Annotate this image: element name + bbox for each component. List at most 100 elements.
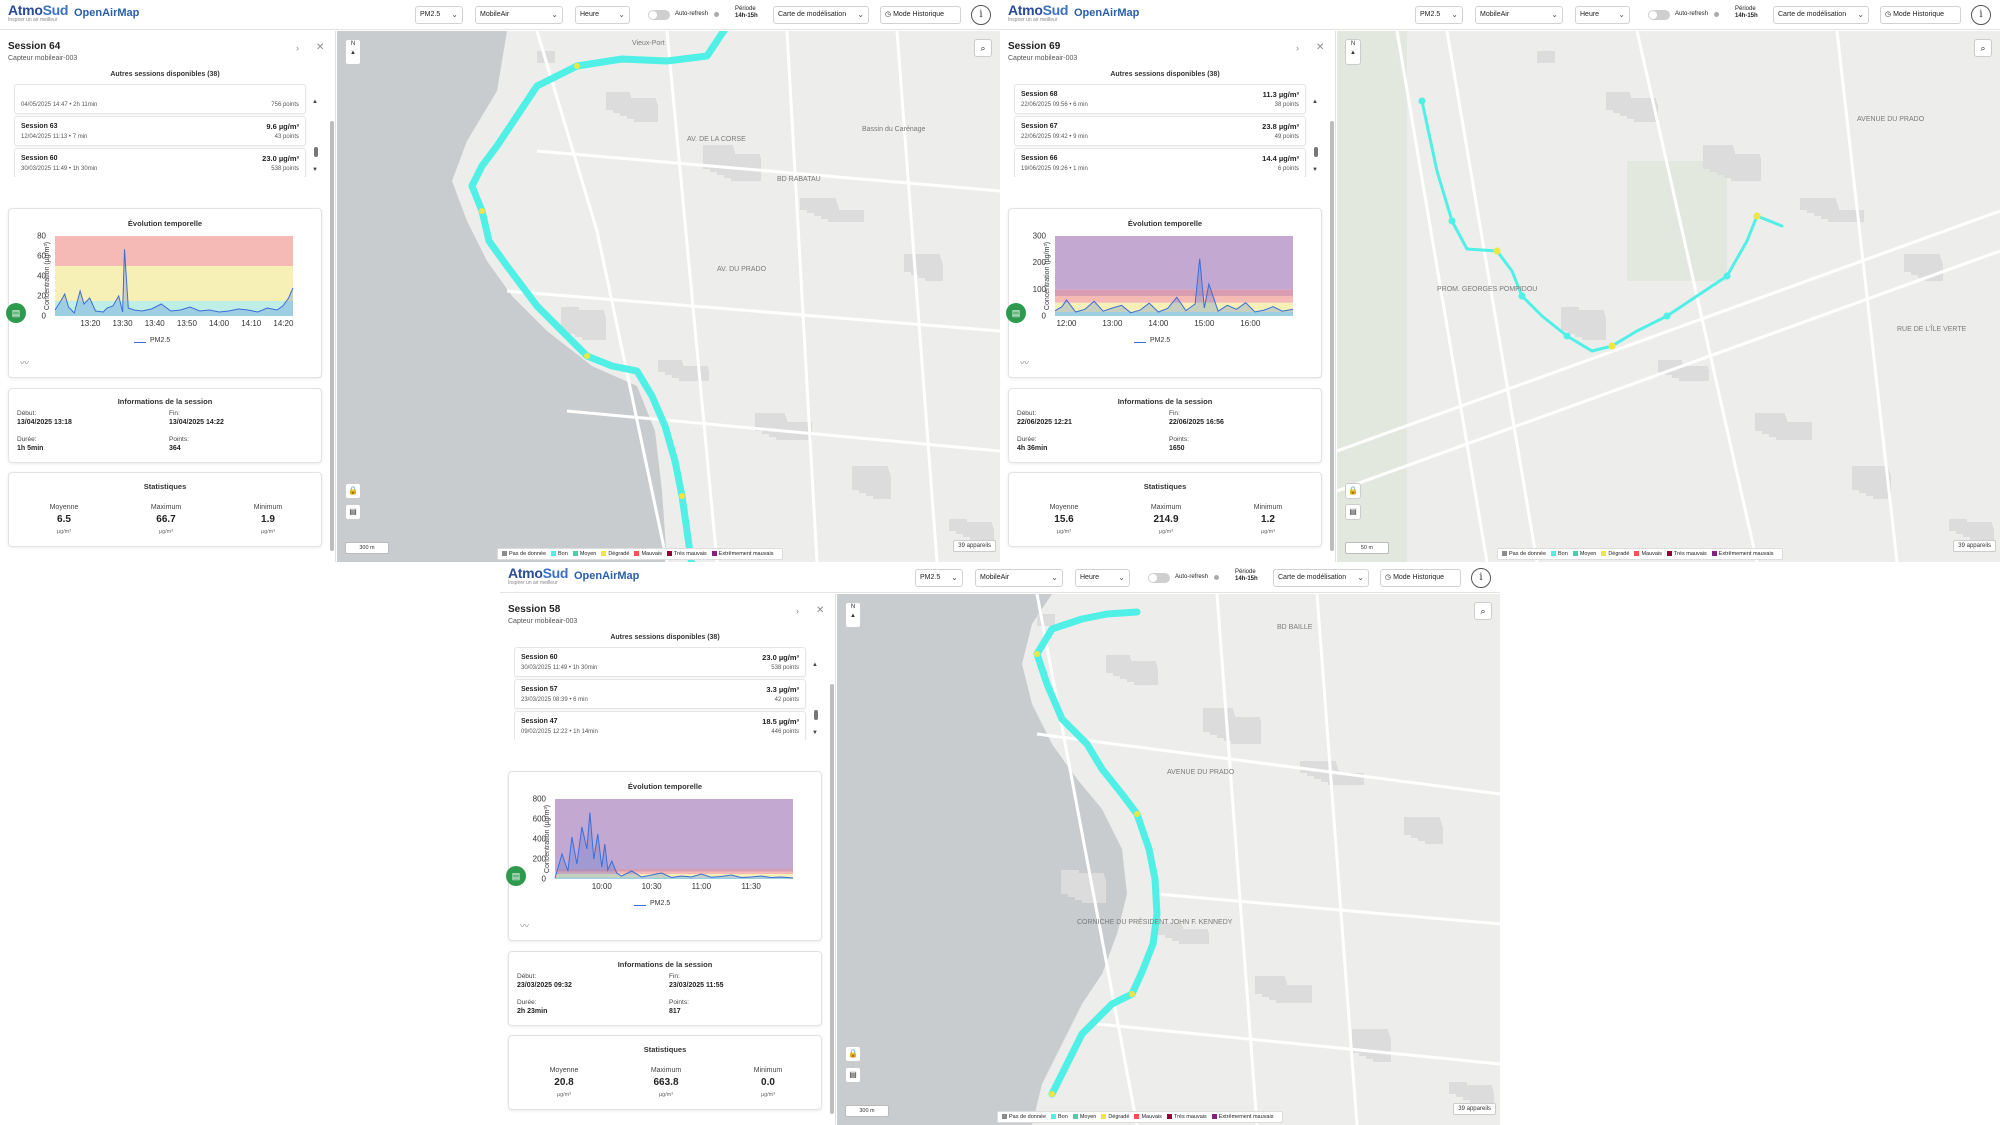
scroll-up-icon[interactable]: ▲ [1312, 99, 1318, 105]
toggle-switch[interactable] [1148, 573, 1170, 583]
map-canvas[interactable]: BD BAILLE AVENUE DU PRADO CORNICHE DU PRÉS… [837, 594, 1500, 1125]
scroll-up-icon[interactable]: ▲ [312, 99, 318, 105]
lock-icon[interactable]: 🔒 [345, 483, 361, 499]
measurement-point[interactable] [1723, 272, 1731, 280]
measurement-point[interactable] [534, 303, 540, 309]
map-view[interactable]: BD BAILLE AVENUE DU PRADO CORNICHE DU PRÉS… [837, 594, 1500, 1125]
toggle-switch[interactable] [1648, 10, 1670, 20]
search-icon[interactable]: ⌕ [1974, 39, 1992, 57]
measurement-point[interactable] [1079, 616, 1085, 622]
chevron-right-icon[interactable]: › [296, 43, 299, 53]
measurement-point[interactable] [1418, 97, 1426, 105]
chart-type-icon[interactable]: 〰 [20, 356, 29, 369]
chevron-right-icon[interactable]: › [796, 606, 799, 616]
list-scroll-thumb[interactable] [314, 147, 318, 157]
measurement-point[interactable] [1069, 1051, 1075, 1057]
atmosud-logo[interactable]: AtmoSud Inspirer un air meilleur [508, 565, 568, 586]
measurement-point[interactable] [1493, 247, 1501, 255]
time-step-select[interactable]: Heure ⌄ [1075, 569, 1130, 587]
scroll-down-icon[interactable]: ▼ [1312, 167, 1318, 173]
device-type-select[interactable]: MobileAir ⌄ [1475, 6, 1563, 24]
chart-toggle-button[interactable]: ▤ [506, 866, 526, 886]
close-icon[interactable]: ✕ [1316, 42, 1324, 53]
measurement-point[interactable] [1152, 876, 1158, 882]
measurement-point[interactable] [1134, 609, 1140, 615]
toggle-switch[interactable] [648, 10, 670, 20]
measurement-point[interactable] [479, 163, 485, 169]
atmosud-logo[interactable]: AtmoSud Inspirer un air meilleur [1008, 2, 1068, 23]
info-button[interactable]: i [1471, 568, 1491, 588]
measurement-point[interactable] [1563, 332, 1571, 340]
measurement-point[interactable] [1059, 716, 1065, 722]
list-item[interactable]: 04/05/2025 14:47 • 2h 11min 756 points [14, 84, 306, 114]
model-map-select[interactable]: Carte de modélisation ⌄ [1273, 569, 1369, 587]
device-type-select[interactable]: MobileAir ⌄ [475, 6, 563, 24]
measurement-point[interactable] [1129, 991, 1135, 997]
map-canvas[interactable]: Vieux-Port AV. DE LA CORSE BD RABATAU AV. D… [337, 31, 1000, 562]
list-item[interactable]: Session 66 19/06/2025 09:26 • 1 min 14.4… [1014, 148, 1306, 177]
model-map-select[interactable]: Carte de modélisation ⌄ [1773, 6, 1869, 24]
close-icon[interactable]: ✕ [816, 605, 824, 616]
measurement-point[interactable] [662, 423, 668, 429]
map-canvas[interactable]: AVENUE DU PRADO PROM. GEORGES POMPIDOU RUE… [1337, 31, 2000, 562]
measurement-point[interactable] [1753, 212, 1761, 220]
lock-icon[interactable]: 🔒 [1345, 483, 1361, 499]
list-item[interactable]: Session 67 22/06/2025 09:42 • 9 min 23.8… [1014, 116, 1306, 146]
scroll-down-icon[interactable]: ▼ [312, 167, 318, 173]
time-step-select[interactable]: Heure ⌄ [1575, 6, 1630, 24]
measurement-point[interactable] [1034, 651, 1040, 657]
time-step-select[interactable]: Heure ⌄ [575, 6, 630, 24]
panel-scrollbar[interactable] [1330, 121, 1334, 551]
history-mode-button[interactable]: ◷ Mode Historique [1380, 569, 1461, 587]
measurement-point[interactable] [1150, 941, 1156, 947]
compass-icon[interactable]: N ▲ [345, 39, 361, 65]
scroll-up-icon[interactable]: ▲ [812, 662, 818, 668]
model-map-select[interactable]: Carte de modélisation ⌄ [773, 6, 869, 24]
pollutant-select[interactable]: PM2.5 ⌄ [915, 569, 963, 587]
info-button[interactable]: i [1971, 5, 1991, 25]
compass-icon[interactable]: N ▲ [1345, 39, 1361, 65]
list-scroll-thumb[interactable] [814, 710, 818, 720]
device-type-select[interactable]: MobileAir ⌄ [975, 569, 1063, 587]
list-item[interactable]: Session 60 30/03/2025 11:49 • 1h 30min 2… [514, 647, 806, 677]
chevron-right-icon[interactable]: › [1296, 43, 1299, 53]
close-icon[interactable]: ✕ [316, 42, 324, 53]
info-icon[interactable] [1214, 575, 1219, 580]
measurement-point[interactable] [479, 208, 485, 214]
search-icon[interactable]: ⌕ [1474, 602, 1492, 620]
history-mode-button[interactable]: ◷ Mode Historique [880, 6, 961, 24]
lock-icon[interactable]: 🔒 [845, 1046, 861, 1062]
measurement-point[interactable] [1518, 292, 1526, 300]
panel-scrollbar[interactable] [830, 684, 834, 1114]
measurement-point[interactable] [514, 113, 520, 119]
map-view[interactable]: Vieux-Port AV. DE LA CORSE BD RABATAU AV. D… [337, 31, 1000, 562]
layers-icon[interactable]: ▤ [1345, 504, 1361, 520]
measurement-point[interactable] [1049, 1091, 1055, 1097]
list-item[interactable]: Session 63 12/04/2025 11:13 • 7 min 9.6 … [14, 116, 306, 146]
search-icon[interactable]: ⌕ [974, 39, 992, 57]
list-scroll-thumb[interactable] [1314, 147, 1318, 157]
info-icon[interactable] [1714, 12, 1719, 17]
scroll-down-icon[interactable]: ▼ [812, 730, 818, 736]
list-item[interactable]: Session 68 22/06/2025 09:56 • 6 min 11.3… [1014, 84, 1306, 114]
layers-icon[interactable]: ▤ [845, 1067, 861, 1083]
chart-toggle-button[interactable]: ▤ [1006, 303, 1026, 323]
panel-scrollbar[interactable] [330, 121, 334, 551]
atmosud-logo[interactable]: AtmoSud Inspirer un air meilleur [8, 2, 68, 23]
layers-icon[interactable]: ▤ [345, 504, 361, 520]
measurement-point[interactable] [664, 58, 670, 64]
map-view[interactable]: AVENUE DU PRADO PROM. GEORGES POMPIDOU RUE… [1337, 31, 2000, 562]
list-item[interactable]: Session 60 30/03/2025 11:49 • 1h 30min 2… [14, 148, 306, 177]
list-item[interactable]: Session 57 23/03/2025 08:39 • 6 min 3.3 … [514, 679, 806, 709]
info-button[interactable]: i [971, 5, 991, 25]
measurement-point[interactable] [1663, 312, 1671, 320]
measurement-point[interactable] [1134, 811, 1140, 817]
measurement-point[interactable] [504, 263, 510, 269]
chart-type-icon[interactable]: 〰 [1020, 356, 1029, 369]
list-item[interactable]: Session 47 09/02/2025 12:22 • 1h 14min 1… [514, 711, 806, 740]
measurement-point[interactable] [1608, 342, 1616, 350]
measurement-point[interactable] [634, 368, 640, 374]
measurement-point[interactable] [679, 493, 685, 499]
history-mode-button[interactable]: ◷ Mode Historique [1880, 6, 1961, 24]
measurement-point[interactable] [574, 63, 580, 69]
